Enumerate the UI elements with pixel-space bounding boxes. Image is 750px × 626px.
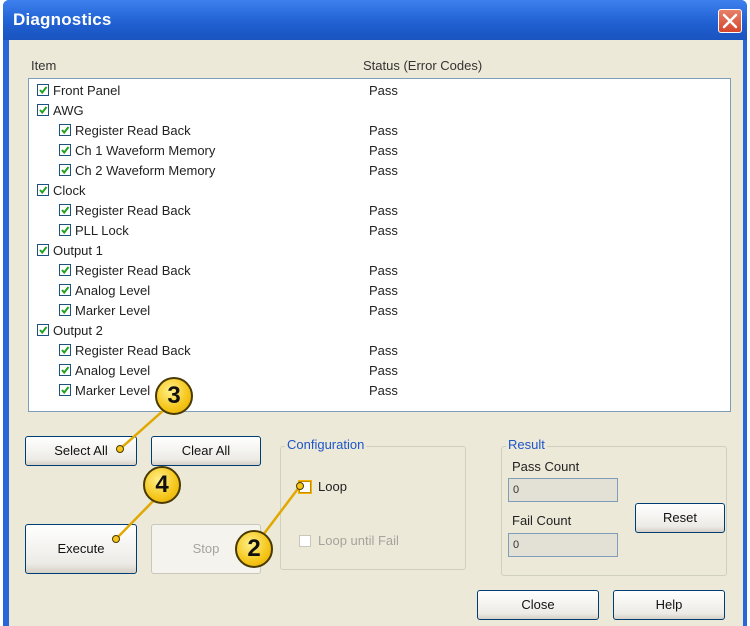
callout-3: 3 <box>155 377 193 415</box>
callout-leader-lines <box>112 400 304 548</box>
callout-2: 2 <box>235 530 273 568</box>
callout-4: 4 <box>143 466 181 504</box>
